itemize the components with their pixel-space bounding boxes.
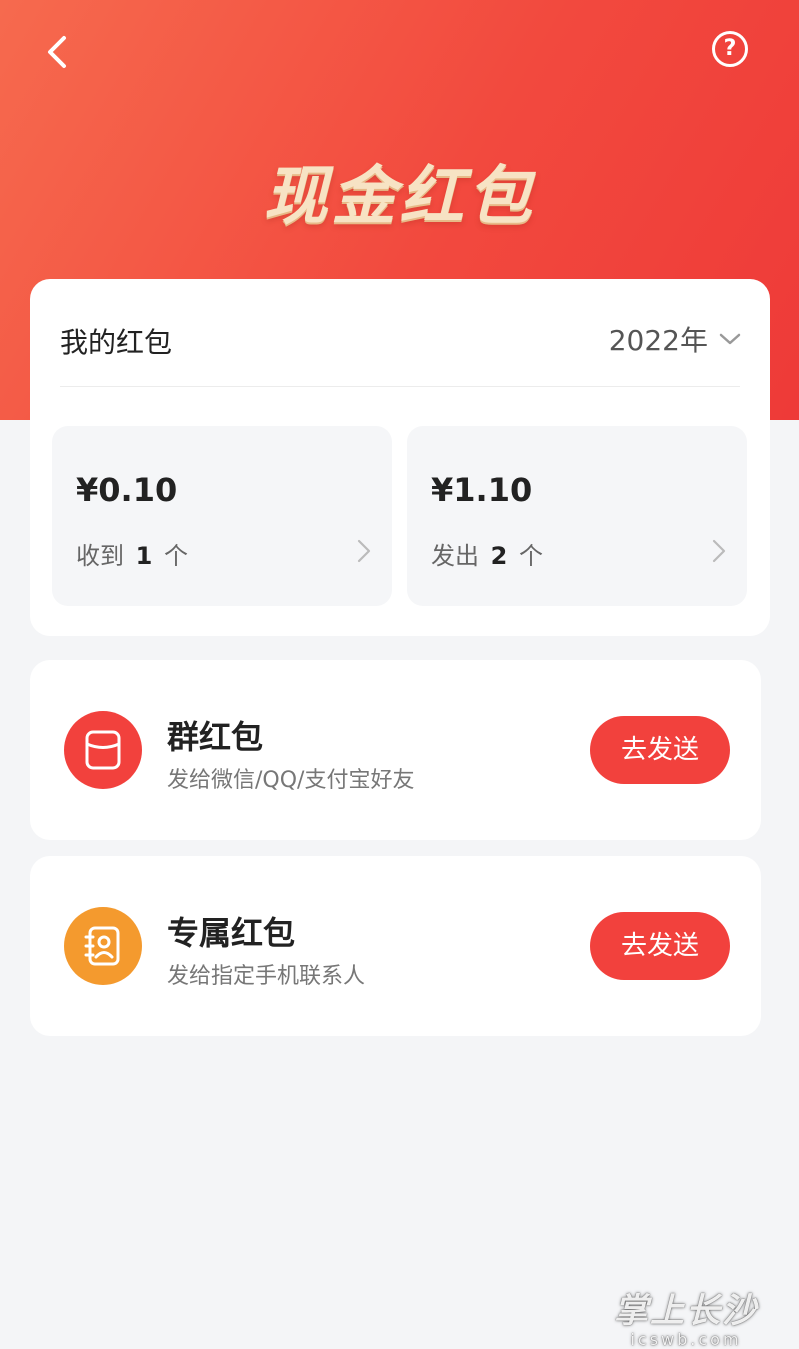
chevron-left-icon [48,36,66,68]
received-count: 1 [135,542,153,570]
question-circle-icon: ? [723,36,737,61]
sent-prefix: 发出 [431,542,479,570]
back-button[interactable] [38,30,78,74]
sent-unit: 个 [518,542,543,570]
group-red-packet-card: 群红包 发给微信/QQ/支付宝好友 去发送 [30,660,761,840]
exclusive-red-packet-subtitle: 发给指定手机联系人 [167,964,366,989]
watermark-main: 掌上长沙 [614,1291,758,1331]
my-red-packets-card: 我的红包 2022年 ¥0.10 收到 1 个 ¥1.10 发出 2 个 [30,279,770,636]
exclusive-red-packet-title: 专属红包 [167,914,296,952]
year-dropdown[interactable]: 2022年 [609,319,742,359]
sent-count-text: 发出 2 个 [431,536,543,571]
red-packet-icon [64,711,142,789]
send-group-red-packet-button[interactable]: 去发送 [590,716,730,784]
contact-card-icon [64,907,142,985]
chevron-down-icon [719,333,741,345]
sent-summary[interactable]: ¥1.10 发出 2 个 [407,426,747,606]
received-count-text: 收到 1 个 [76,536,188,571]
help-button[interactable]: ? [712,31,748,67]
group-red-packet-title: 群红包 [167,718,264,756]
year-value: 2022年 [608,324,708,357]
sent-count: 2 [490,542,508,570]
sent-amount: ¥1.10 [431,471,533,509]
chevron-right-icon [712,539,726,563]
send-exclusive-red-packet-button[interactable]: 去发送 [590,912,730,980]
divider [60,386,740,387]
watermark-logo: 掌上长沙 icswb.com [596,1283,776,1349]
group-red-packet-subtitle: 发给微信/QQ/支付宝好友 [167,768,415,793]
received-unit: 个 [163,542,188,570]
received-summary[interactable]: ¥0.10 收到 1 个 [52,426,392,606]
my-red-packets-label: 我的红包 [60,326,173,359]
received-prefix: 收到 [76,542,124,570]
watermark-url: icswb.com [630,1330,742,1349]
chevron-right-icon [357,539,371,563]
exclusive-red-packet-card: 专属红包 发给指定手机联系人 去发送 [30,856,761,1036]
page-title: 现金红包 [263,160,536,234]
received-amount: ¥0.10 [76,471,178,509]
